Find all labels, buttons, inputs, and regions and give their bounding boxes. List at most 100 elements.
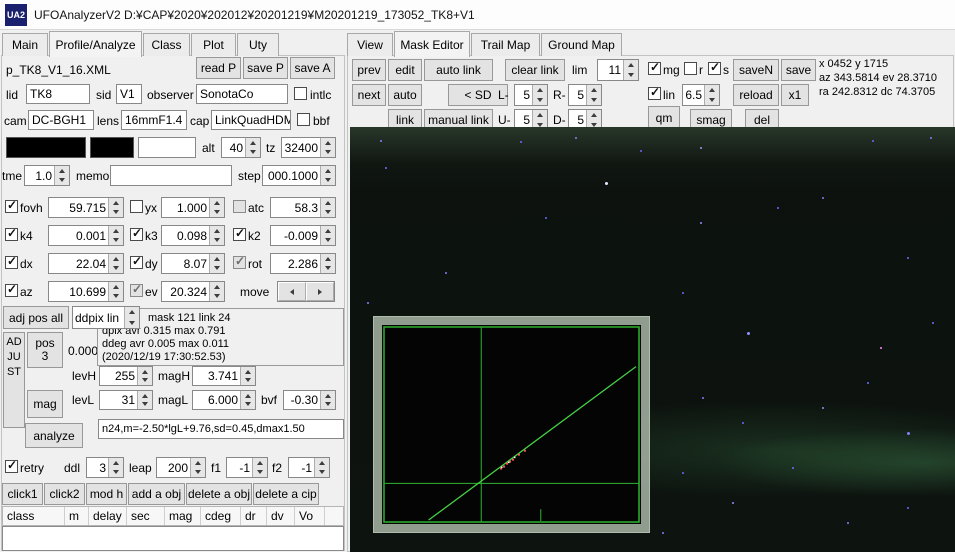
spinner-arrows-icon[interactable] — [252, 458, 267, 477]
spinner-arrows-icon[interactable] — [190, 458, 205, 477]
object-list[interactable] — [2, 526, 344, 551]
move-stepper[interactable] — [277, 281, 335, 302]
click1-button[interactable]: click1 — [2, 483, 43, 505]
save-button[interactable]: save — [781, 59, 816, 81]
tab-uty[interactable]: Uty — [237, 33, 279, 56]
ddl-spinner[interactable]: 3 — [86, 457, 124, 478]
k4-checkbox[interactable] — [5, 227, 18, 241]
spinner-arrows-icon[interactable] — [704, 85, 719, 105]
redacted-field-1[interactable] — [6, 137, 86, 158]
title-bar[interactable]: UA2 UFOAnalyzerV2 D:¥CAP¥2020¥202012¥202… — [0, 0, 955, 30]
l-minus-spinner[interactable]: 5 — [514, 84, 548, 106]
dx-checkbox[interactable] — [5, 255, 18, 269]
col-vo[interactable]: Vo — [295, 507, 325, 525]
tab-class[interactable]: Class — [143, 33, 190, 56]
spinner-arrows-icon[interactable] — [209, 198, 224, 217]
spinner-arrows-icon[interactable] — [240, 391, 255, 409]
k4-spinner[interactable]: 0.001 — [48, 225, 124, 246]
s-checkbox[interactable] — [708, 61, 721, 75]
blank-field[interactable] — [138, 137, 196, 158]
spinner-arrows-icon[interactable] — [320, 391, 335, 409]
x1-button[interactable]: x1 — [781, 84, 809, 106]
ddpix-combo[interactable]: ddpix lin — [72, 306, 140, 329]
rot-checkbox[interactable] — [233, 255, 246, 269]
k3-checkbox[interactable] — [130, 227, 143, 241]
tab-main[interactable]: Main — [2, 33, 48, 56]
levh-spinner[interactable]: 255 — [99, 366, 153, 386]
col-mag[interactable]: mag — [165, 507, 201, 525]
next-button[interactable]: next — [352, 84, 386, 106]
alt-spinner[interactable]: 40 — [221, 137, 261, 158]
spinner-arrows-icon[interactable] — [137, 391, 152, 409]
reload-button[interactable]: reload — [733, 84, 779, 106]
magh-spinner[interactable]: 3.741 — [192, 366, 256, 386]
col-sec[interactable]: sec — [127, 507, 165, 525]
tab-ground-map[interactable]: Ground Map — [541, 33, 622, 56]
spinner-arrows-icon[interactable] — [320, 138, 335, 157]
lin-spinner[interactable]: 6.5 — [682, 84, 720, 106]
dx-spinner[interactable]: 22.04 — [48, 253, 124, 274]
lid-field[interactable]: TK8 — [26, 84, 90, 104]
spinner-arrows-icon[interactable] — [108, 226, 123, 245]
spinner-arrows-icon[interactable] — [314, 458, 329, 477]
yx-checkbox[interactable] — [130, 200, 143, 213]
memo-field[interactable] — [110, 165, 232, 186]
ev-spinner[interactable]: 20.324 — [161, 281, 225, 302]
clear-link-button[interactable]: clear link — [505, 59, 565, 81]
spinner-arrows-icon[interactable] — [245, 138, 260, 157]
magl-spinner[interactable]: 6.000 — [192, 390, 256, 410]
read-p-button[interactable]: read P — [196, 57, 241, 79]
intlc-checkbox[interactable] — [294, 87, 307, 100]
observer-field[interactable]: SonotaCo — [196, 84, 288, 104]
spinner-arrows-icon[interactable] — [124, 307, 139, 328]
retry-checkbox[interactable] — [5, 459, 18, 473]
delete-a-obj-button[interactable]: delete a obj — [186, 483, 252, 505]
lin-checkbox[interactable] — [648, 86, 661, 100]
tab-mask-editor[interactable]: Mask Editor — [394, 31, 470, 57]
delete-a-cip-button[interactable]: delete a cip — [253, 483, 319, 505]
tme-spinner[interactable]: 1.0 — [24, 165, 70, 186]
dy-spinner[interactable]: 8.07 — [161, 253, 225, 274]
col-delay[interactable]: delay — [89, 507, 127, 525]
az-checkbox[interactable] — [5, 283, 18, 297]
spinner-arrows-icon[interactable] — [54, 166, 69, 185]
az-spinner[interactable]: 10.699 — [48, 281, 124, 302]
save-a-button[interactable]: save A — [290, 57, 335, 79]
cam-field[interactable]: DC-BGH1 — [28, 110, 94, 130]
r-checkbox[interactable] — [684, 62, 697, 75]
spinner-arrows-icon[interactable] — [320, 254, 335, 273]
mag-button[interactable]: mag — [27, 390, 63, 418]
fovh-checkbox[interactable] — [5, 199, 18, 213]
atc-checkbox[interactable] — [233, 200, 246, 213]
spinner-arrows-icon[interactable] — [320, 166, 335, 185]
col-dr[interactable]: dr — [241, 507, 267, 525]
bbf-checkbox[interactable] — [297, 113, 310, 126]
fovh-spinner[interactable]: 59.715 — [48, 197, 124, 218]
edit-button[interactable]: edit — [388, 59, 422, 81]
tz-spinner[interactable]: 32400 — [281, 137, 336, 158]
atc-spinner[interactable]: 58.3 — [270, 197, 336, 218]
spinner-arrows-icon[interactable] — [209, 254, 224, 273]
spinner-arrows-icon[interactable] — [108, 458, 123, 477]
move-right-icon[interactable] — [306, 282, 334, 301]
spinner-arrows-icon[interactable] — [320, 198, 335, 217]
spinner-arrows-icon[interactable] — [108, 198, 123, 217]
tab-view[interactable]: View — [347, 33, 393, 56]
spinner-arrows-icon[interactable] — [586, 85, 601, 105]
tab-trail-map[interactable]: Trail Map — [471, 33, 540, 56]
spinner-arrows-icon[interactable] — [209, 282, 224, 301]
lens-field[interactable]: 16mmF1.4 — [121, 110, 187, 130]
lim-spinner[interactable]: 11 — [597, 59, 639, 81]
move-left-icon[interactable] — [278, 282, 306, 301]
spinner-arrows-icon[interactable] — [108, 282, 123, 301]
sid-field[interactable]: V1 — [116, 84, 142, 104]
col-dv[interactable]: dv — [267, 507, 295, 525]
r-minus-spinner[interactable]: 5 — [568, 84, 602, 106]
levl-spinner[interactable]: 31 — [99, 390, 153, 410]
saven-button[interactable]: saveN — [733, 59, 779, 81]
f2-spinner[interactable]: -1 — [288, 457, 330, 478]
mg-checkbox[interactable] — [648, 61, 661, 75]
spinner-arrows-icon[interactable] — [623, 60, 638, 80]
auto-link-button[interactable]: auto link — [424, 59, 493, 81]
yx-spinner[interactable]: 1.000 — [161, 197, 225, 218]
